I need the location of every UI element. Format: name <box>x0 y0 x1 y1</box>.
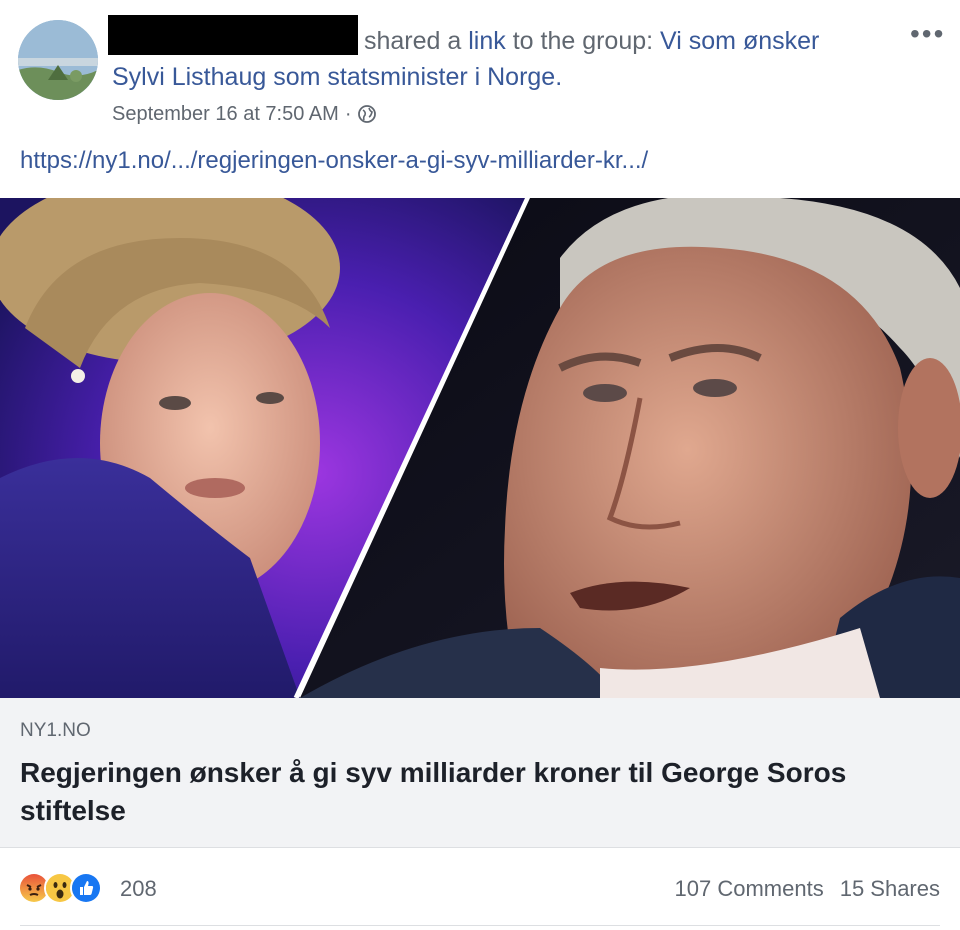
more-options-icon[interactable]: ••• <box>910 20 945 48</box>
post-meta: September 16 at 7:50 AM · <box>112 100 377 128</box>
avatar-landscape-image <box>18 20 98 100</box>
engagement-bar: 208 107 Comments 15 Shares <box>0 848 960 930</box>
article-photo-collage <box>0 198 960 698</box>
footer-divider <box>20 925 940 926</box>
author-name-redacted <box>108 15 358 55</box>
share-description: shared a link to the group: Vi som ønske… <box>364 24 819 58</box>
shared-text: shared a <box>364 27 469 55</box>
comments-count[interactable]: 107 Comments <box>675 874 824 904</box>
to-group-text: to the group: <box>505 27 661 55</box>
post-stats: 107 Comments 15 Shares <box>675 874 940 904</box>
like-icon <box>70 872 102 904</box>
group-name-link[interactable]: Vi som ønsker <box>660 27 819 55</box>
group-name-link-continued[interactable]: Sylvi Listhaug som statsminister i Norge… <box>112 63 562 91</box>
post-timestamp[interactable]: September 16 at 7:50 AM <box>112 100 339 128</box>
shares-count[interactable]: 15 Shares <box>840 874 940 904</box>
link-word[interactable]: link <box>468 27 506 55</box>
link-domain: NY1.NO <box>20 720 91 741</box>
link-preview-image[interactable] <box>0 198 960 698</box>
link-title[interactable]: Regjeringen ønsker å gi syv milliarder k… <box>20 754 940 830</box>
reaction-count[interactable]: 208 <box>120 874 157 904</box>
shared-url[interactable]: https://ny1.no/.../regjeringen-onsker-a-… <box>20 144 648 178</box>
link-preview-caption[interactable]: NY1.NO Regjeringen ønsker å gi syv milli… <box>0 698 960 848</box>
author-avatar[interactable] <box>18 20 98 100</box>
globe-icon <box>358 105 377 123</box>
meta-separator: · <box>344 103 352 125</box>
group-name-continued: Sylvi Listhaug som statsminister i Norge… <box>112 60 562 94</box>
post-header: shared a link to the group: Vi som ønske… <box>0 0 960 140</box>
reaction-icons[interactable] <box>18 872 102 904</box>
